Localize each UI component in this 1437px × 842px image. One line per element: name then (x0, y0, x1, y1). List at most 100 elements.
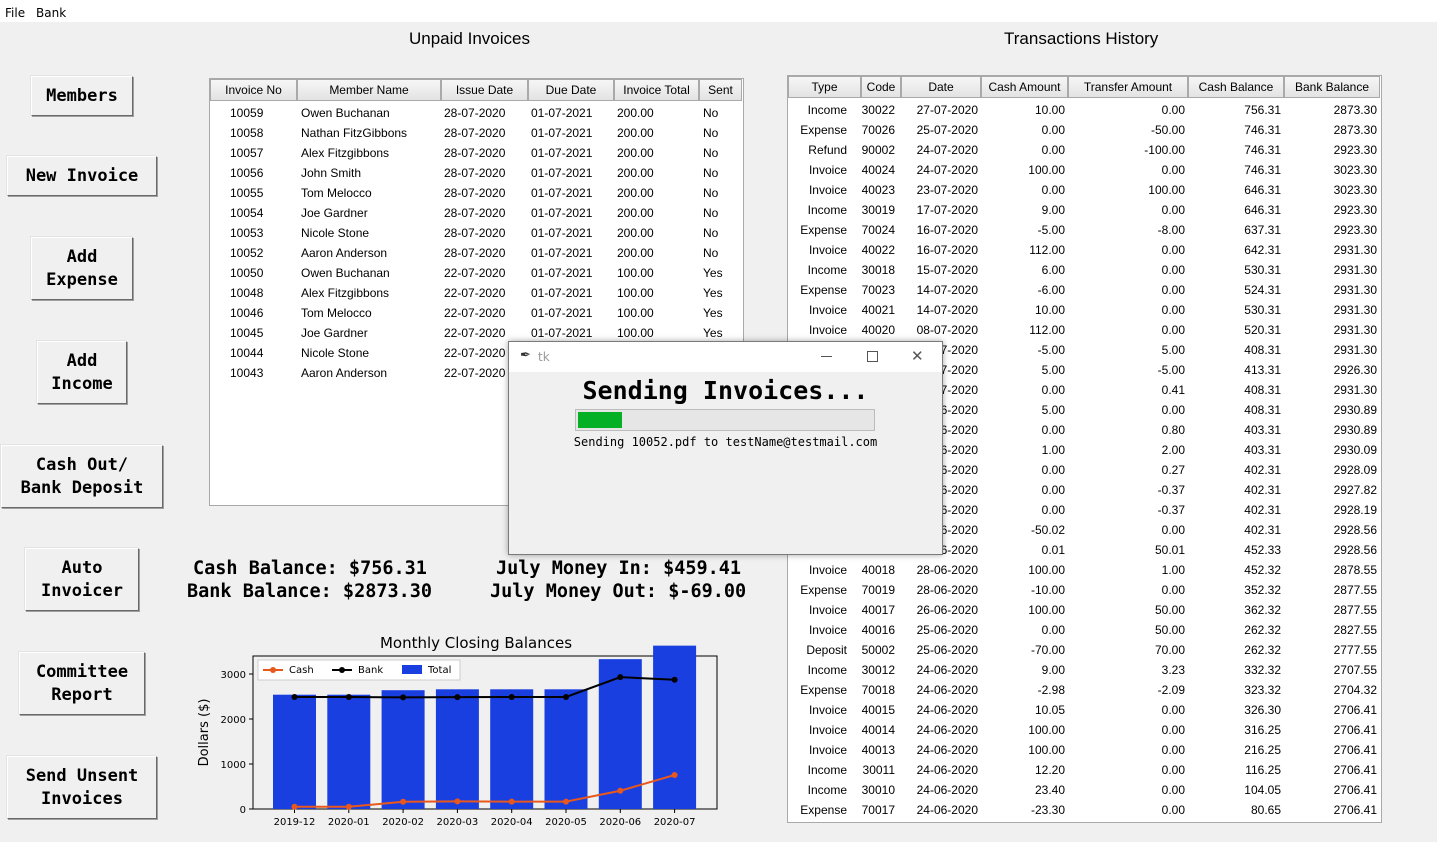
column-header[interactable]: Issue Date (441, 79, 528, 101)
members-button[interactable]: Members (31, 76, 133, 116)
table-row[interactable]: Invoice 40016 25-06-2020 0.00 50.00 262.32 282… (788, 620, 1381, 640)
table-row[interactable]: Income 30011 24-06-2020 12.20 0.00 116.25 2706… (788, 760, 1381, 780)
column-header[interactable]: Cash Balance (1188, 76, 1284, 98)
column-header[interactable]: Code (861, 76, 901, 98)
table-cell: 746.31 (1244, 123, 1281, 137)
table-cell: 40021 (861, 303, 895, 317)
new-invoice-button[interactable]: New Invoice (7, 156, 157, 196)
table-row[interactable]: 10059 Owen Buchanan 28-07-2020 01-07-2021 20… (210, 103, 743, 123)
table-cell: 2931.30 (1333, 283, 1377, 297)
table-cell: 40015 (861, 703, 895, 717)
table-cell: -8.00 (1157, 223, 1185, 237)
table-row[interactable]: Expense 70026 25-07-2020 0.00 -50.00 746.31 28… (788, 120, 1381, 140)
data-point-cash (291, 803, 298, 810)
y-tick-label: 1000 (221, 760, 246, 771)
column-header[interactable]: Type (788, 76, 861, 98)
table-cell: 642.31 (1244, 243, 1281, 257)
table-row[interactable]: Invoice 40021 14-07-2020 10.00 0.00 530.31 293… (788, 300, 1381, 320)
add-expense-button[interactable]: Add Expense (31, 237, 133, 300)
minimize-icon[interactable] (821, 356, 832, 357)
table-cell: 01-07-2021 (531, 246, 593, 260)
menu-file[interactable]: File (5, 6, 25, 20)
table-row[interactable]: Invoice 40022 16-07-2020 112.00 0.00 642.31 29… (788, 240, 1381, 260)
table-row[interactable]: 10053 Nicole Stone 28-07-2020 01-07-2021 200… (210, 223, 743, 243)
table-row[interactable]: 10056 John Smith 28-07-2020 01-07-2021 200.0… (210, 163, 743, 183)
table-row[interactable]: 10048 Alex Fitzgibbons 22-07-2020 01-07-202… (210, 283, 743, 303)
table-row[interactable]: 10055 Tom Melocco 28-07-2020 01-07-2021 200.… (210, 183, 743, 203)
table-row[interactable]: 10046 Tom Melocco 22-07-2020 01-07-2021 100.… (210, 303, 743, 323)
table-row[interactable]: Expense 70019 28-06-2020 -10.00 0.00 352.32 28… (788, 580, 1381, 600)
column-header[interactable]: Bank Balance (1284, 76, 1380, 98)
table-cell: -5.00 (1037, 343, 1065, 357)
table-row[interactable]: Refund 90002 24-07-2020 0.00 -100.00 746.31 29… (788, 140, 1381, 160)
table-row[interactable]: Invoice 40020 08-07-2020 112.00 0.00 520.31 29… (788, 320, 1381, 340)
table-cell: 746.31 (1244, 163, 1281, 177)
table-row[interactable]: 10054 Joe Gardner 28-07-2020 01-07-2021 200.… (210, 203, 743, 223)
table-cell: Owen Buchanan (301, 266, 390, 280)
table-cell: 23.40 (1034, 783, 1065, 797)
column-header[interactable]: Member Name (297, 79, 441, 101)
table-cell: No (703, 186, 719, 200)
table-cell: 2931.30 (1333, 323, 1377, 337)
table-cell: 70019 (861, 583, 895, 597)
table-row[interactable]: Income 30018 15-07-2020 6.00 0.00 530.31 2931.… (788, 260, 1381, 280)
table-row[interactable]: Invoice 40017 26-06-2020 100.00 50.00 362.32 2… (788, 600, 1381, 620)
legend-marker (339, 667, 345, 673)
table-row[interactable]: Income 30022 27-07-2020 10.00 0.00 756.31 2873… (788, 100, 1381, 120)
table-cell: 0.00 (1041, 183, 1065, 197)
table-row[interactable]: Invoice 40013 24-06-2020 100.00 0.00 216.25 27… (788, 740, 1381, 760)
table-row[interactable]: 10050 Owen Buchanan 22-07-2020 01-07-2021 10… (210, 263, 743, 283)
table-row[interactable]: Income 30019 17-07-2020 9.00 0.00 646.31 2923.… (788, 200, 1381, 220)
table-cell: 112.00 (1029, 323, 1065, 337)
data-point-cash (345, 803, 352, 810)
table-row[interactable]: Invoice 40024 24-07-2020 100.00 0.00 746.31 30… (788, 160, 1381, 180)
table-cell: 24-06-2020 (916, 743, 978, 757)
table-cell: 10055 (230, 186, 264, 200)
table-row[interactable]: Income 30012 24-06-2020 9.00 3.23 332.32 2707.… (788, 660, 1381, 680)
table-cell: 2704.32 (1333, 683, 1377, 697)
table-row[interactable]: Deposit 50002 25-06-2020 -70.00 70.00 262.32 2… (788, 640, 1381, 660)
table-cell: 50.01 (1154, 543, 1185, 557)
column-header[interactable]: Sent (699, 79, 742, 101)
column-header[interactable]: Transfer Amount (1068, 76, 1188, 98)
table-row[interactable]: 10057 Alex Fitzgibbons 28-07-2020 01-07-202… (210, 143, 743, 163)
table-row[interactable]: 10058 Nathan FitzGibbons 28-07-2020 01-07-2… (210, 123, 743, 143)
data-point-cash (400, 798, 407, 805)
table-row[interactable]: Expense 70024 16-07-2020 -5.00 -8.00 637.31 29… (788, 220, 1381, 240)
table-cell: Expense (800, 803, 847, 817)
table-cell: Yes (703, 266, 723, 280)
close-icon[interactable]: ✕ (911, 347, 924, 365)
table-cell: 116.25 (1245, 763, 1281, 777)
auto-invoicer-button[interactable]: Auto Invoicer (25, 548, 139, 611)
table-row[interactable]: Invoice 40018 28-06-2020 100.00 1.00 452.32 28… (788, 560, 1381, 580)
table-cell: 323.32 (1244, 683, 1281, 697)
table-row[interactable]: Invoice 40015 24-06-2020 10.05 0.00 326.30 270… (788, 700, 1381, 720)
column-header[interactable]: Cash Amount (981, 76, 1068, 98)
column-header[interactable]: Date (901, 76, 981, 98)
table-row[interactable]: Expense 70017 24-06-2020 -23.30 0.00 80.65 270… (788, 800, 1381, 820)
maximize-icon[interactable] (867, 351, 878, 362)
table-row[interactable]: Invoice 40023 23-07-2020 0.00 100.00 646.31 30… (788, 180, 1381, 200)
column-header[interactable]: Invoice No (210, 79, 297, 101)
column-header[interactable]: Invoice Total (614, 79, 699, 101)
table-row[interactable]: Income 30010 24-06-2020 23.40 0.00 104.05 2706… (788, 780, 1381, 800)
bar-total (381, 690, 425, 809)
table-row[interactable]: 10045 Joe Gardner 22-07-2020 01-07-2021 100.… (210, 323, 743, 343)
table-cell: 24-06-2020 (916, 683, 978, 697)
table-row[interactable]: 10052 Aaron Anderson 28-07-2020 01-07-2021 2… (210, 243, 743, 263)
table-row[interactable]: Invoice 40014 24-06-2020 100.00 0.00 316.25 27… (788, 720, 1381, 740)
menu-bank[interactable]: Bank (36, 6, 66, 20)
table-row[interactable]: Expense 70023 14-07-2020 -6.00 0.00 524.31 293… (788, 280, 1381, 300)
x-tick-label: 2020-03 (437, 817, 479, 828)
add-income-button[interactable]: Add Income (37, 341, 127, 404)
send-unsent-invoices-button[interactable]: Send Unsent Invoices (7, 756, 157, 819)
bank-balance: Bank Balance: $2873.30 (187, 581, 433, 602)
table-cell: 408.31 (1244, 383, 1281, 397)
column-header[interactable]: Due Date (528, 79, 614, 101)
cash-out-bank-deposit-button[interactable]: Cash Out/ Bank Deposit (1, 445, 163, 508)
table-row[interactable]: Expense 70018 24-06-2020 -2.98 -2.09 323.32 27… (788, 680, 1381, 700)
committee-report-button[interactable]: Committee Report (19, 652, 145, 715)
table-cell: 402.31 (1244, 463, 1281, 477)
table-cell: 70.00 (1154, 643, 1185, 657)
table-cell: -5.00 (1157, 363, 1185, 377)
